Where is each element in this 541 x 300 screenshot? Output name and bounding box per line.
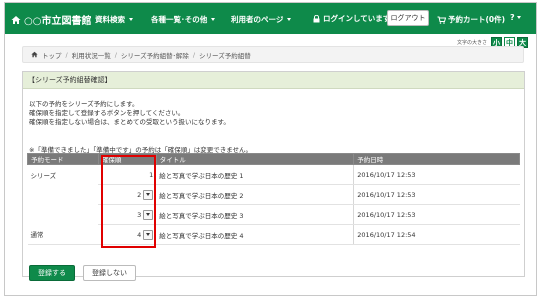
column-header-date: 予約日時	[353, 153, 520, 165]
site-logo-link[interactable]: ○○市立図書館	[11, 12, 91, 27]
panel-title: 【シリーズ予約組替確認】	[23, 72, 524, 89]
order-select[interactable]: 4	[137, 229, 154, 240]
column-header-order: 確保順	[97, 153, 157, 165]
logout-button[interactable]: ログアウト	[387, 10, 429, 26]
font-size-label: 文字の大きさ	[456, 40, 487, 46]
breadcrumb-current: シリーズ予約組替	[199, 51, 251, 60]
title-cell: 絵と写真で学ぶ日本の歴史 1	[156, 164, 354, 185]
title-cell: 絵と写真で学ぶ日本の歴史 4	[156, 224, 354, 245]
site-name: ○○市立図書館	[24, 16, 92, 27]
mode-cell	[28, 185, 99, 205]
reservation-cart-link[interactable]: 予約カート(0件)	[437, 14, 505, 25]
nav-user-page[interactable]: 利用者のページ	[231, 14, 292, 25]
mode-cell: シリーズ	[30, 171, 57, 180]
home-icon	[11, 15, 21, 24]
order-value: 3	[137, 210, 142, 219]
chevron-down-icon[interactable]	[143, 229, 154, 240]
order-value: 4	[137, 230, 142, 239]
title-cell: 絵と写真で学ぶ日本の歴史 3	[156, 204, 354, 225]
help-icon: ?	[510, 13, 515, 22]
mode-cell	[28, 205, 99, 225]
table-header-row: 予約モード 確保順 タイトル 予約日時	[27, 153, 520, 165]
chevron-down-icon[interactable]	[143, 189, 154, 200]
chevron-down-icon	[287, 18, 292, 21]
reservation-table: 予約モード 確保順 タイトル 予約日時 シリーズ 1 絵と写真で学ぶ日本の歴史 …	[27, 153, 520, 245]
login-status: ログインしています	[313, 13, 390, 24]
breadcrumb-series-edit-link[interactable]: シリーズ予約組替･解除	[121, 50, 189, 60]
nav-search[interactable]: 資料検索	[95, 14, 133, 25]
date-cell: 2016/10/17 12:53	[353, 164, 520, 185]
date-cell: 2016/10/17 12:53	[353, 184, 520, 205]
title-cell: 絵と写真で学ぶ日本の歴史 2	[156, 184, 354, 205]
cart-icon	[437, 16, 446, 24]
order-select[interactable]: 2	[137, 189, 154, 200]
chevron-down-icon	[516, 16, 521, 19]
table-row: シリーズ 1 絵と写真で学ぶ日本の歴史 1 2016/10/17 12:53	[28, 164, 520, 185]
breadcrumb-separator: /	[114, 50, 117, 59]
order-value: 2	[137, 190, 142, 199]
home-icon	[31, 51, 38, 58]
register-button[interactable]: 登録する	[29, 265, 75, 281]
table-row: 通常 4 絵と写真で学ぶ日本の歴史 4 2016/10/17 12:54	[27, 224, 520, 245]
table-row: 3 絵と写真で学ぶ日本の歴史 3 2016/10/17 12:53	[28, 204, 520, 225]
nav-lists-other[interactable]: 各種一覧･その他	[151, 14, 216, 25]
date-cell: 2016/10/17 12:54	[353, 224, 520, 245]
help-menu[interactable]: ?	[510, 13, 521, 22]
chevron-down-icon	[129, 18, 133, 21]
do-not-register-button[interactable]: 登録しない	[83, 265, 136, 281]
chevron-down-icon	[211, 18, 216, 21]
order-select[interactable]: 3	[137, 209, 154, 220]
column-header-mode: 予約モード	[27, 153, 99, 165]
table-row: 2 絵と写真で学ぶ日本の歴史 2 2016/10/17 12:53	[28, 184, 520, 205]
instructions: 以下の予約をシリーズ予約にします。 確保順を指定して登録するボタンを押してくださ…	[29, 100, 230, 126]
breadcrumb-top-link[interactable]: トップ	[42, 50, 62, 60]
top-nav-bar: ○○市立図書館 資料検索 各種一覧･その他 利用者のページ ログインしています …	[5, 3, 536, 34]
column-header-title: タイトル	[155, 153, 355, 165]
browser-page: ○○市立図書館 資料検索 各種一覧･その他 利用者のページ ログインしています …	[4, 2, 537, 296]
order-value: 1	[98, 164, 157, 185]
breadcrumb-separator: /	[65, 50, 68, 59]
breadcrumb-usage-list-link[interactable]: 利用状況一覧	[72, 50, 111, 60]
lock-icon	[313, 14, 320, 22]
breadcrumb-separator: /	[192, 50, 196, 59]
date-cell: 2016/10/17 12:53	[353, 204, 520, 225]
series-confirm-panel: 【シリーズ予約組替確認】 以下の予約をシリーズ予約にします。 確保順を指定して登…	[22, 71, 525, 277]
breadcrumb: トップ / 利用状況一覧 / シリーズ予約組替･解除 / シリーズ予約組替	[22, 46, 524, 63]
chevron-down-icon[interactable]	[143, 209, 154, 220]
mode-cell: 通常	[27, 224, 99, 245]
